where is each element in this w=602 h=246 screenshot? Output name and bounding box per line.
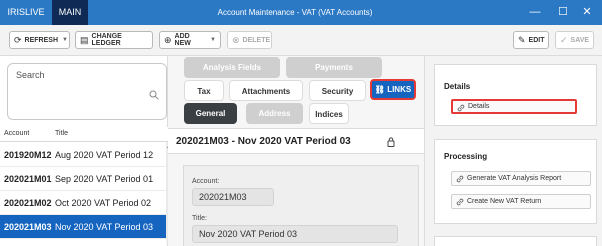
chevron-down-icon: ▼: [210, 37, 216, 43]
delete-button[interactable]: ⊗ DELETE: [227, 31, 272, 49]
search-input[interactable]: Search: [7, 63, 167, 120]
tab-general[interactable]: General: [184, 103, 237, 124]
links-panel: Details Details Processing Generate VAT …: [424, 56, 602, 246]
processing-heading: Processing: [444, 152, 488, 161]
account-field[interactable]: 202021M03: [192, 188, 274, 206]
tab-analysis-fields[interactable]: Analysis Fields: [184, 57, 280, 78]
list-item[interactable]: 202021M01 Sep 2020 VAT Period 01: [0, 167, 166, 191]
details-link-label: Details: [468, 103, 490, 110]
window-title: Account Maintenance - VAT (VAT Accounts): [217, 8, 373, 17]
title-field-label: Title:: [192, 215, 207, 222]
record-title: 202021M03 - Nov 2020 VAT Period 03: [176, 136, 351, 147]
details-link-button[interactable]: Details: [451, 99, 577, 114]
refresh-label: REFRESH: [24, 36, 58, 44]
column-account[interactable]: Account: [4, 130, 29, 137]
edit-icon: ✎: [518, 34, 526, 45]
account-list-panel: Search Account Title 201920M12 Aug 2020 …: [0, 56, 172, 246]
save-label: SAVE: [570, 36, 590, 44]
add-new-label: ADD NEW: [174, 33, 191, 47]
tab-indices[interactable]: Indices: [309, 103, 349, 124]
chevron-down-icon: ▼: [62, 37, 68, 43]
delete-icon: ⊗: [232, 34, 240, 45]
account-title: Sep 2020 VAT Period 01: [55, 174, 154, 184]
lock-icon: [387, 137, 395, 147]
record-panel: Analysis Fields Payments Tax Attachments…: [168, 56, 424, 246]
title-bar: IRISLIVE MAIN Account Maintenance - VAT …: [0, 0, 602, 25]
tab-links[interactable]: ⛓ LINKS: [370, 79, 416, 100]
tab-security[interactable]: Security: [309, 80, 366, 101]
save-button[interactable]: ✓ SAVE: [555, 31, 594, 49]
column-title[interactable]: Title: [55, 130, 68, 137]
processing-card: Processing Generate VAT Analysis Report …: [434, 139, 597, 224]
general-form: Account: 202021M03 Title: Nov 2020 VAT P…: [183, 165, 419, 246]
link-icon: [457, 104, 465, 112]
account-code: 202021M01: [4, 174, 52, 184]
create-vat-return-label: Create New VAT Return: [467, 198, 542, 205]
account-field-label: Account:: [192, 178, 220, 185]
search-icon[interactable]: [149, 90, 159, 100]
delete-label: DELETE: [242, 36, 271, 44]
tab-attachments[interactable]: Attachments: [229, 80, 303, 101]
generate-vat-report-label: Generate VAT Analysis Report: [467, 175, 562, 182]
account-title: Oct 2020 VAT Period 02: [55, 198, 152, 208]
list-item[interactable]: 201920M12 Aug 2020 VAT Period 12: [0, 143, 166, 167]
tab-tax[interactable]: Tax: [184, 80, 224, 101]
list-item-selected[interactable]: 202021M03 Nov 2020 VAT Period 03: [0, 215, 166, 239]
change-ledger-button[interactable]: ▤ CHANGE LEDGER: [75, 31, 153, 49]
edit-label: EDIT: [528, 36, 545, 44]
generate-vat-report-button[interactable]: Generate VAT Analysis Report: [451, 171, 591, 186]
details-card: Details Details: [434, 64, 597, 126]
next-card: [434, 236, 597, 246]
add-new-button[interactable]: ⊕ ADD NEW ▼: [159, 31, 221, 49]
app-tab-irislive[interactable]: IRISLIVE: [0, 0, 52, 25]
refresh-icon: ⟳: [14, 34, 22, 45]
ledger-icon: ▤: [80, 34, 89, 45]
account-code: 202021M03: [4, 222, 52, 232]
edit-button[interactable]: ✎ EDIT: [513, 31, 549, 49]
plus-icon: ⊕: [164, 34, 172, 45]
tab-address[interactable]: Address: [246, 103, 303, 124]
tab-payments[interactable]: Payments: [286, 57, 382, 78]
list-header: Account Title: [0, 127, 168, 142]
title-field[interactable]: Nov 2020 VAT Period 03: [192, 225, 398, 243]
change-ledger-label: CHANGE LEDGER: [91, 33, 122, 47]
list-item[interactable]: 202021M02 Oct 2020 VAT Period 02: [0, 191, 166, 215]
search-placeholder: Search: [16, 70, 45, 80]
close-button[interactable]: ✕: [572, 0, 602, 25]
account-code: 202021M02: [4, 198, 52, 208]
check-icon: ✓: [560, 34, 568, 45]
minimize-button[interactable]: —: [520, 0, 550, 25]
account-title: Nov 2020 VAT Period 03: [55, 222, 154, 232]
tab-links-label: LINKS: [387, 85, 412, 94]
account-code: 201920M12: [4, 150, 52, 160]
record-header: 202021M03 - Nov 2020 VAT Period 03: [168, 128, 424, 154]
link-icon: ⛓: [374, 85, 385, 94]
refresh-button[interactable]: ⟳ REFRESH ▼: [9, 31, 70, 49]
link-icon: [456, 198, 464, 206]
account-title: Aug 2020 VAT Period 12: [55, 150, 154, 160]
toolbar: ⟳ REFRESH ▼ ▤ CHANGE LEDGER ⊕ ADD NEW ▼ …: [0, 25, 602, 56]
create-vat-return-button[interactable]: Create New VAT Return: [451, 194, 591, 209]
link-icon: [456, 175, 464, 183]
details-heading: Details: [444, 82, 471, 91]
app-tab-main[interactable]: MAIN: [52, 0, 88, 25]
